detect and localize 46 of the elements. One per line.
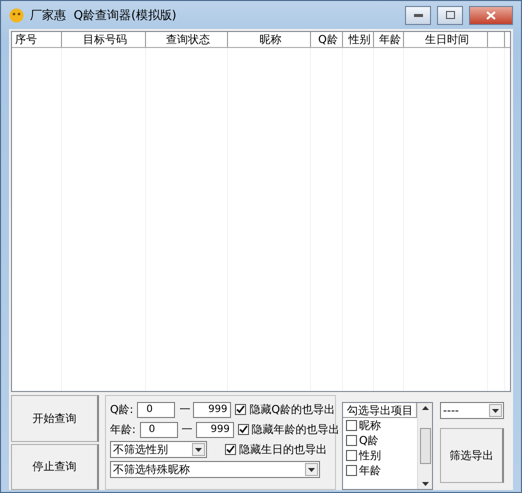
option-checkbox[interactable]: 隐藏年龄的也导出 (238, 422, 340, 437)
gender-dropdown[interactable]: 不筛选性别 (110, 441, 207, 458)
max-field[interactable]: 999 (196, 422, 234, 438)
min-field[interactable]: 0 (140, 422, 178, 438)
export-item[interactable]: 性别 (343, 448, 417, 463)
option-checkbox[interactable]: 隐藏Q龄的也导出 (235, 402, 336, 417)
dropdown-arrow-icon[interactable] (492, 408, 499, 412)
column-header[interactable]: 年龄 (374, 32, 404, 47)
export-item[interactable]: Q龄 (343, 433, 417, 448)
scrollbar-thumb[interactable] (420, 428, 430, 464)
max-field[interactable]: 999 (193, 402, 232, 418)
close-icon[interactable] (486, 10, 496, 20)
checkmark-icon[interactable] (236, 405, 246, 414)
checkmark-icon[interactable] (238, 425, 248, 434)
range-separator: 一 (182, 422, 192, 437)
minimize-icon[interactable] (414, 14, 422, 16)
scroll-down-icon[interactable] (422, 482, 428, 486)
range-separator: 一 (179, 402, 190, 417)
range-label: 年龄: (110, 422, 136, 437)
column-header[interactable]: 昵称 (228, 32, 311, 47)
column-header[interactable]: 目标号码 (62, 32, 146, 47)
min-field[interactable]: 0 (137, 402, 176, 418)
export-item[interactable]: 年龄 (343, 463, 417, 478)
stop-query-button[interactable]: 停止查询 (11, 444, 99, 490)
minimize-button[interactable] (405, 6, 431, 24)
dropdown-arrow-icon[interactable] (195, 448, 202, 452)
export-dropdown[interactable]: ---- (440, 402, 504, 419)
column-header[interactable]: 序号 (12, 32, 62, 47)
option-checkbox[interactable]: 隐藏生日的也导出 (225, 442, 327, 457)
scroll-up-icon[interactable] (422, 406, 428, 410)
nickname-dropdown[interactable]: 不筛选特殊昵称 (110, 461, 320, 478)
column-header[interactable]: Q龄 (311, 32, 343, 47)
column-header[interactable]: 生日时间 (404, 32, 488, 47)
filter-export-button[interactable]: 筛选导出 (440, 428, 504, 483)
close-button[interactable] (469, 6, 513, 24)
checkmark-icon[interactable] (226, 445, 235, 454)
app-icon (9, 8, 24, 22)
range-label: Q龄: (110, 402, 134, 417)
column-header[interactable]: 查询状态 (146, 32, 228, 47)
maximize-icon[interactable] (446, 11, 454, 19)
export-item[interactable]: 昵称 (343, 418, 417, 433)
maximize-button[interactable] (437, 6, 463, 24)
start-query-button[interactable]: 开始查询 (11, 395, 99, 442)
window-title: 厂家惠 Q龄查询器(模拟版) (30, 6, 178, 24)
dropdown-arrow-icon[interactable] (308, 468, 315, 472)
column-header[interactable]: 性别 (343, 32, 374, 47)
